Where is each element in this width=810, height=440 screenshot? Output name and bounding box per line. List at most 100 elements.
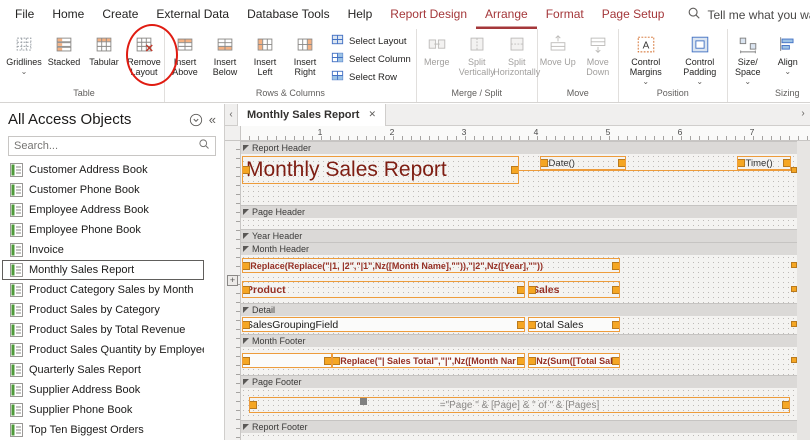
- move-up-button[interactable]: Move Up: [538, 31, 578, 67]
- report-icon: [10, 263, 23, 277]
- page-number-control[interactable]: ="Page " & [Page] & " of " & [Pages]: [249, 397, 790, 413]
- ribbon-tab[interactable]: Create: [93, 0, 147, 29]
- ribbon-tab[interactable]: Report Design: [381, 0, 476, 29]
- insert-right-button[interactable]: Insert Right: [285, 31, 325, 77]
- detail-section[interactable]: SalesGroupingField Total Sales: [241, 316, 797, 334]
- select-column-icon: [330, 50, 345, 68]
- search-input[interactable]: [14, 140, 198, 152]
- navigation-pane: All Access Objects « Customer Address Bo…: [0, 104, 225, 440]
- month-header-expression-control[interactable]: =Replace(Replace("|1, |2","|1",Nz([Month…: [242, 258, 620, 273]
- nav-report-item[interactable]: Employee Phone Book: [2, 220, 204, 240]
- nav-report-item[interactable]: Customer Address Book: [2, 160, 204, 180]
- stacked-button[interactable]: Stacked: [44, 31, 84, 67]
- nav-report-item[interactable]: Customer Phone Book: [2, 180, 204, 200]
- ribbon-group-rows-columns: Insert Above Insert Below Insert Left In…: [165, 29, 417, 102]
- selection-handle[interactable]: [791, 321, 797, 327]
- ribbon-tab[interactable]: Database Tools: [238, 0, 339, 29]
- merge-button[interactable]: Merge: [417, 31, 457, 67]
- sales-label-control[interactable]: Sales: [528, 281, 620, 298]
- ribbon-tab[interactable]: File: [6, 0, 43, 29]
- page-footer-section[interactable]: ="Page " & [Page] & " of " & [Pages]: [241, 388, 797, 420]
- section-bar-report-footer[interactable]: Report Footer: [241, 420, 797, 433]
- ribbon-group-table: Gridlines ⌄ Stacked Tabular Remove Layou…: [4, 29, 165, 102]
- section-bar-page-header[interactable]: Page Header: [241, 205, 797, 218]
- ribbon-tab[interactable]: Home: [43, 0, 93, 29]
- sales-grouping-field-control[interactable]: SalesGroupingField: [242, 317, 525, 332]
- remove-layout-button[interactable]: Remove Layout: [124, 31, 164, 77]
- section-bar-page-footer[interactable]: Page Footer: [241, 375, 797, 388]
- nav-report-item[interactable]: Monthly Sales Report: [2, 260, 204, 280]
- section-bar-report-header[interactable]: Report Header: [241, 141, 797, 154]
- close-icon[interactable]: ✕: [368, 109, 376, 120]
- nav-report-item[interactable]: Product Sales by Category: [2, 300, 204, 320]
- ribbon-tab[interactable]: External Data: [147, 0, 238, 29]
- tabular-button[interactable]: Tabular: [84, 31, 124, 67]
- selection-handle[interactable]: [791, 286, 797, 292]
- document-tab[interactable]: Monthly Sales Report ✕: [237, 103, 387, 126]
- nav-report-item[interactable]: Employee Address Book: [2, 200, 204, 220]
- split-horizontally-button[interactable]: Split Horizontally: [493, 31, 540, 77]
- ribbon-tab[interactable]: Arrange: [476, 0, 537, 29]
- select-layout-button[interactable]: Select Layout: [325, 32, 416, 50]
- ribbon-tab[interactable]: Help: [339, 0, 382, 29]
- layout-move-handle[interactable]: +: [227, 275, 238, 286]
- control-move-handle[interactable]: [360, 398, 367, 405]
- section-bar-detail[interactable]: Detail: [241, 303, 797, 316]
- nav-report-item[interactable]: Supplier Address Book: [2, 380, 204, 400]
- report-title-control[interactable]: Monthly Sales Report: [242, 156, 519, 184]
- report-icon: [10, 363, 23, 377]
- section-bar-month-header[interactable]: Month Header: [241, 242, 797, 255]
- total-sales-field-control[interactable]: Total Sales: [528, 317, 620, 332]
- shutter-bar-close-icon[interactable]: «: [209, 113, 216, 126]
- move-down-button[interactable]: Move Down: [578, 31, 618, 77]
- nav-item-label: Product Sales by Total Revenue: [29, 324, 186, 336]
- ribbon-tab[interactable]: Page Setup: [593, 0, 674, 29]
- page-header-section[interactable]: [241, 218, 797, 229]
- month-footer-expression-control[interactable]: =Replace("| Sales Total","|",Nz([Month N…: [332, 353, 525, 368]
- nav-report-item[interactable]: Product Category Sales by Month: [2, 280, 204, 300]
- ribbon-tab[interactable]: Format: [537, 0, 593, 29]
- nav-item-label: Product Category Sales by Month: [29, 284, 194, 296]
- selection-handle[interactable]: [791, 262, 797, 268]
- section-bar-year-header[interactable]: Year Header: [241, 229, 797, 242]
- section-bar-month-footer[interactable]: Month Footer: [241, 334, 797, 347]
- insert-above-button[interactable]: Insert Above: [165, 31, 205, 77]
- size-space-button[interactable]: Size/ Space ⌄: [728, 31, 768, 86]
- product-label-control[interactable]: Product: [242, 281, 525, 298]
- tell-me-box[interactable]: Tell me what you want to do: [687, 0, 810, 29]
- insert-right-icon: [294, 33, 316, 57]
- split-vertically-button[interactable]: Split Vertically: [457, 31, 497, 77]
- nav-report-item[interactable]: Invoice: [2, 240, 204, 260]
- month-footer-sum-control[interactable]: =Nz(Sum([Total Sale: [528, 353, 620, 368]
- gridlines-button[interactable]: Gridlines ⌄: [4, 31, 44, 76]
- report-footer-section[interactable]: [241, 433, 797, 440]
- month-footer-section[interactable]: =Replace("| Sales Total","|",Nz([Month N…: [241, 347, 797, 375]
- tab-scroll-right-icon[interactable]: ›: [797, 108, 809, 119]
- align-button[interactable]: Align ⌄: [768, 31, 808, 76]
- nav-report-item[interactable]: Top Ten Biggest Orders: [2, 420, 204, 440]
- time-control[interactable]: =Time(): [737, 156, 791, 170]
- control-margins-button[interactable]: A Control Margins ⌄: [619, 31, 673, 86]
- nav-search-box[interactable]: [8, 136, 216, 156]
- ribbon: Gridlines ⌄ Stacked Tabular Remove Layou…: [0, 29, 810, 103]
- selection-handle[interactable]: [791, 167, 797, 173]
- select-row-button[interactable]: Select Row: [325, 68, 416, 86]
- selection-handle[interactable]: [791, 357, 797, 363]
- nav-report-item[interactable]: Quarterly Sales Report: [2, 360, 204, 380]
- month-header-section[interactable]: + =Replace(Replace("|1, |2","|1",Nz([Mon…: [227, 255, 797, 303]
- month-footer-empty-control[interactable]: [242, 353, 332, 368]
- nav-report-item[interactable]: Product Sales by Total Revenue: [2, 320, 204, 340]
- insert-left-button[interactable]: Insert Left: [245, 31, 285, 77]
- nav-category-dropdown-icon[interactable]: [189, 113, 203, 127]
- header-line-control[interactable]: [519, 170, 793, 171]
- insert-below-button[interactable]: Insert Below: [205, 31, 245, 77]
- ribbon-group-sizing: Size/ Space ⌄ Align ⌄ Sizing: [728, 29, 810, 102]
- select-column-button[interactable]: Select Column: [325, 50, 416, 68]
- report-header-section[interactable]: Monthly Sales Report =Date() =Time(): [241, 154, 797, 205]
- date-control[interactable]: =Date(): [540, 156, 626, 170]
- control-padding-button[interactable]: Control Padding ⌄: [673, 31, 727, 86]
- tab-scroll-left-icon[interactable]: ‹: [225, 109, 237, 120]
- nav-report-item[interactable]: Product Sales Quantity by Employee: [2, 340, 204, 360]
- chevron-down-icon: ⌄: [744, 77, 752, 86]
- nav-report-item[interactable]: Supplier Phone Book: [2, 400, 204, 420]
